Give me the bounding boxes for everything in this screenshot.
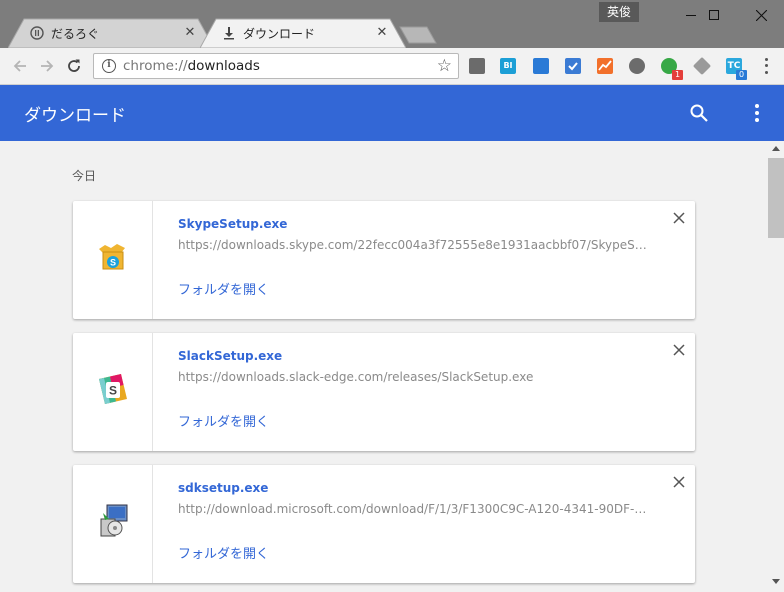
windows-installer-icon[interactable] [95, 503, 131, 539]
checklist-icon[interactable] [565, 58, 581, 74]
notification-badge: 0 [736, 70, 747, 80]
browser-toolbar: i chrome://downloads ☆ BI 1 TC 0 [0, 48, 784, 85]
scroll-thumb[interactable] [768, 158, 784, 238]
url-scheme: chrome:// [123, 58, 188, 74]
more-options-icon[interactable] [749, 103, 765, 123]
tab-darulog[interactable]: だるろぐ ✕ [8, 18, 214, 48]
profile-badge[interactable]: 英俊 [599, 2, 639, 22]
check-icon [568, 62, 578, 71]
forward-button[interactable] [35, 54, 59, 78]
file-name-link[interactable]: sdksetup.exe [178, 481, 268, 495]
search-icon[interactable] [688, 102, 710, 124]
open-folder-link[interactable]: フォルダを開く [178, 279, 269, 298]
download-item: sdksetup.exe http://download.microsoft.c… [73, 465, 695, 583]
close-icon[interactable] [671, 474, 687, 490]
file-name-link[interactable]: SkypeSetup.exe [178, 217, 287, 231]
vertical-scrollbar[interactable] [768, 141, 784, 592]
maximize-button[interactable] [691, 0, 737, 30]
evernote-clipper-icon[interactable] [469, 58, 485, 74]
page-title: ダウンロード [24, 106, 126, 126]
skype-installer-icon[interactable]: S [95, 239, 131, 275]
url-text: chrome://downloads [123, 58, 260, 74]
address-bar[interactable]: i chrome://downloads ☆ [93, 53, 459, 79]
file-icon-column: S [73, 201, 153, 319]
scroll-up-arrow-icon[interactable] [772, 146, 780, 151]
file-url-link[interactable]: https://downloads.skype.com/22fecc004a3f… [178, 238, 648, 252]
arrow-right-icon [41, 60, 54, 72]
open-folder-link[interactable]: フォルダを開く [178, 543, 269, 562]
download-item: S SlackSetup.exe https://downloads.slack… [73, 333, 695, 451]
pause-circle-icon [30, 26, 44, 40]
file-name-link[interactable]: SlackSetup.exe [178, 349, 282, 363]
close-icon[interactable] [671, 342, 687, 358]
open-folder-link[interactable]: フォルダを開く [178, 411, 269, 430]
trend-line-icon [598, 60, 612, 71]
file-icon-column [73, 465, 153, 583]
back-button[interactable] [8, 54, 32, 78]
reload-icon [68, 59, 80, 72]
browser-menu-button[interactable] [760, 56, 772, 76]
notification-badge: 1 [672, 70, 683, 80]
close-icon[interactable] [671, 210, 687, 226]
bookmark-star-icon[interactable]: ☆ [437, 56, 452, 76]
tab-content: ダウンロード [222, 18, 315, 48]
new-tab-button[interactable] [399, 26, 437, 44]
maximize-icon [709, 10, 719, 20]
cat-face-icon[interactable] [629, 58, 645, 74]
download-item: S SkypeSetup.exe https://downloads.skype… [73, 201, 695, 319]
slack-installer-icon[interactable]: S [95, 371, 131, 407]
close-icon[interactable]: ✕ [374, 25, 390, 41]
downloads-header: ダウンロード [0, 85, 784, 141]
file-url-link[interactable]: https://downloads.slack-edge.com/release… [178, 370, 648, 384]
svg-text:S: S [109, 384, 117, 398]
window-close-button[interactable] [738, 0, 784, 30]
reload-button[interactable] [62, 54, 86, 78]
tab-content: だるろぐ [30, 18, 99, 48]
url-path: downloads [187, 58, 260, 74]
close-icon[interactable]: ✕ [182, 25, 198, 41]
arrow-left-icon [13, 60, 26, 72]
info-icon[interactable]: i [102, 59, 116, 73]
tab-title: ダウンロード [243, 26, 316, 41]
grey-diamond-icon[interactable] [692, 56, 712, 76]
tab-downloads[interactable]: ダウンロード ✕ [200, 18, 406, 48]
bitly-icon[interactable]: BI [500, 58, 516, 74]
scroll-down-arrow-icon[interactable] [772, 579, 780, 584]
date-heading: 今日 [72, 169, 97, 183]
close-icon [755, 9, 767, 21]
downloads-list: 今日 S SkypeSetup.exe https://downloads.sk… [0, 141, 768, 592]
file-icon-column: S [73, 333, 153, 451]
file-url-link[interactable]: http://download.microsoft.com/download/F… [178, 502, 648, 516]
trend-chart-icon[interactable] [597, 58, 613, 74]
svg-text:S: S [110, 258, 116, 268]
tab-title: だるろぐ [51, 26, 100, 41]
download-icon [224, 27, 234, 40]
chat-icon[interactable] [533, 58, 549, 74]
title-bar: だるろぐ ✕ ダウンロード ✕ 英俊 [0, 0, 784, 48]
